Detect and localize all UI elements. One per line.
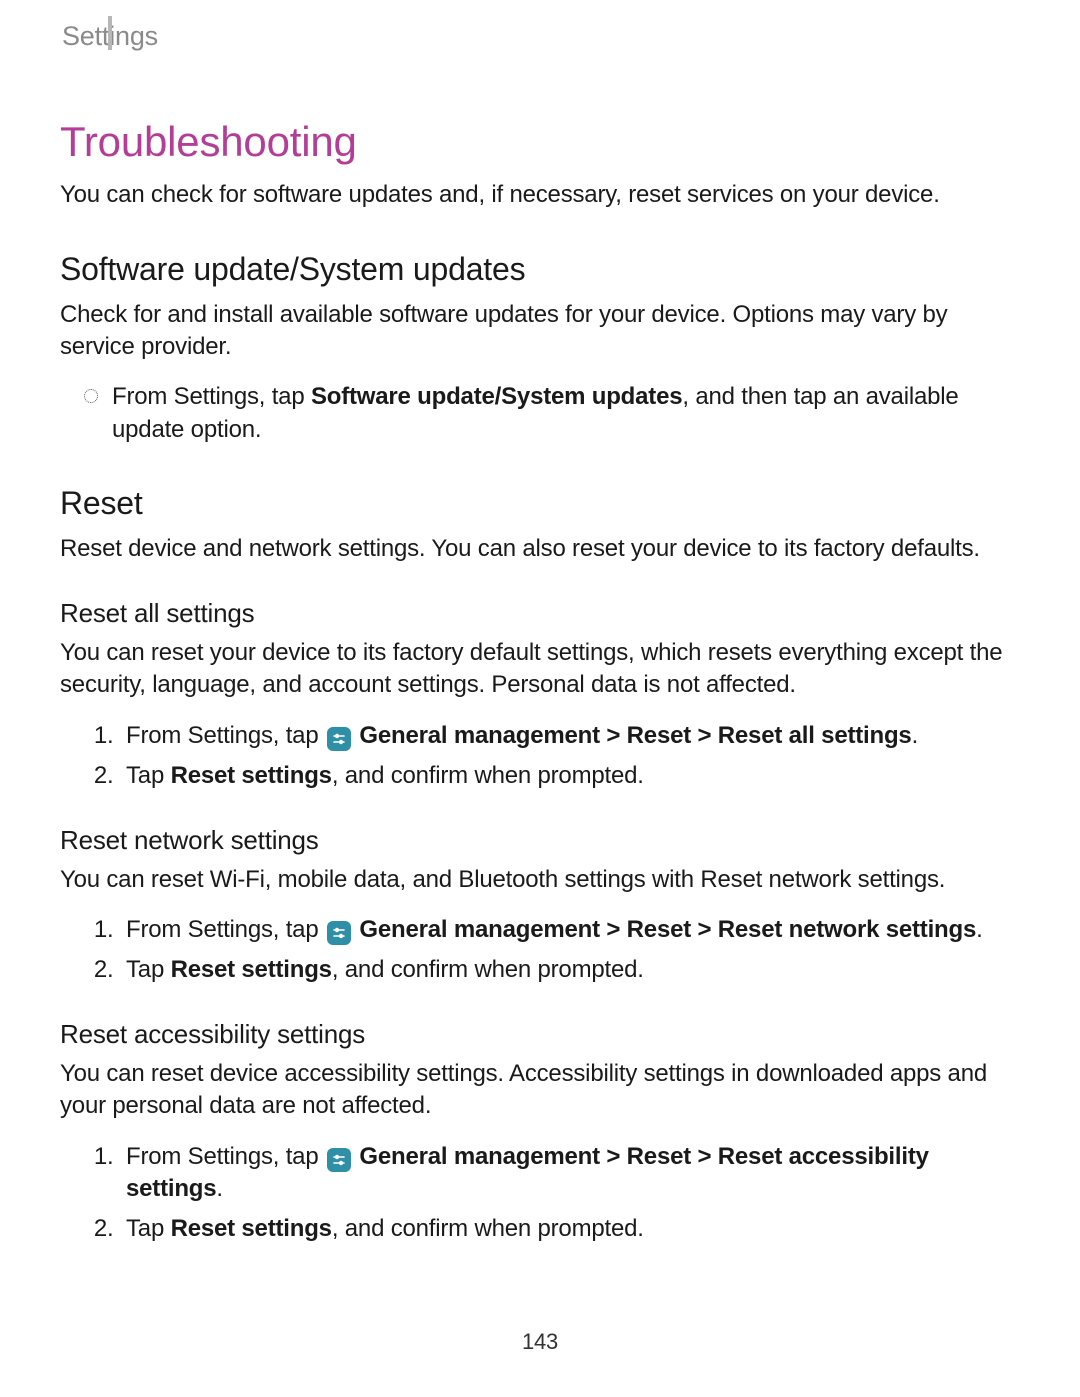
bold-text: Reset settings [171,1215,332,1242]
subsection-reset-all: Reset all settings [60,596,1020,631]
list-item: From Settings, tap General management > … [120,1141,1020,1206]
text: From Settings, tap [126,916,325,943]
list-item: From Settings, tap Software update/Syste… [112,381,1020,446]
text: From Settings, tap [112,383,311,410]
bold-text: General management > Reset > Reset all s… [353,722,912,749]
list-item: Tap Reset settings, and confirm when pro… [120,954,1020,986]
breadcrumb: Settings [62,18,1020,54]
text: . [912,722,918,749]
text: Tap [126,956,171,983]
general-management-icon [327,1148,351,1172]
text: From Settings, tap [126,722,325,749]
list-item: From Settings, tap General management > … [120,914,1020,946]
general-management-icon [327,727,351,751]
reset-all-body: You can reset your device to its factory… [60,637,1020,702]
subsection-reset-network: Reset network settings [60,823,1020,858]
page: Settings Troubleshooting You can check f… [0,0,1080,1397]
page-title: Troubleshooting [60,114,1020,171]
reset-all-steps: From Settings, tap General management > … [60,720,1020,793]
text: , and confirm when prompted. [332,956,644,983]
reset-body: Reset device and network settings. You c… [60,533,1020,565]
text: . [216,1175,222,1202]
bold-text: Reset settings [171,762,332,789]
software-update-body: Check for and install available software… [60,299,1020,364]
text: Tap [126,762,171,789]
text: , and confirm when prompted. [332,762,644,789]
reset-network-body: You can reset Wi-Fi, mobile data, and Bl… [60,864,1020,896]
text: , and confirm when prompted. [332,1215,644,1242]
software-update-list: From Settings, tap Software update/Syste… [60,381,1020,446]
bold-text: General management > Reset > Reset netwo… [353,916,976,943]
text: Tap [126,1215,171,1242]
list-item: Tap Reset settings, and confirm when pro… [120,1213,1020,1245]
header-rule [108,16,112,50]
page-number: 143 [0,1327,1080,1357]
general-management-icon [327,921,351,945]
reset-accessibility-steps: From Settings, tap General management > … [60,1141,1020,1246]
reset-accessibility-body: You can reset device accessibility setti… [60,1058,1020,1123]
reset-network-steps: From Settings, tap General management > … [60,914,1020,987]
text: . [976,916,982,943]
section-reset: Reset [60,482,1020,525]
section-software-update: Software update/System updates [60,248,1020,291]
list-item: Tap Reset settings, and confirm when pro… [120,760,1020,792]
page-header: Settings [60,0,1020,64]
bold-text: Software update/System updates [311,383,682,410]
intro-text: You can check for software updates and, … [60,179,1020,211]
subsection-reset-accessibility: Reset accessibility settings [60,1017,1020,1052]
bold-text: Reset settings [171,956,332,983]
list-item: From Settings, tap General management > … [120,720,1020,752]
text: From Settings, tap [126,1143,325,1170]
